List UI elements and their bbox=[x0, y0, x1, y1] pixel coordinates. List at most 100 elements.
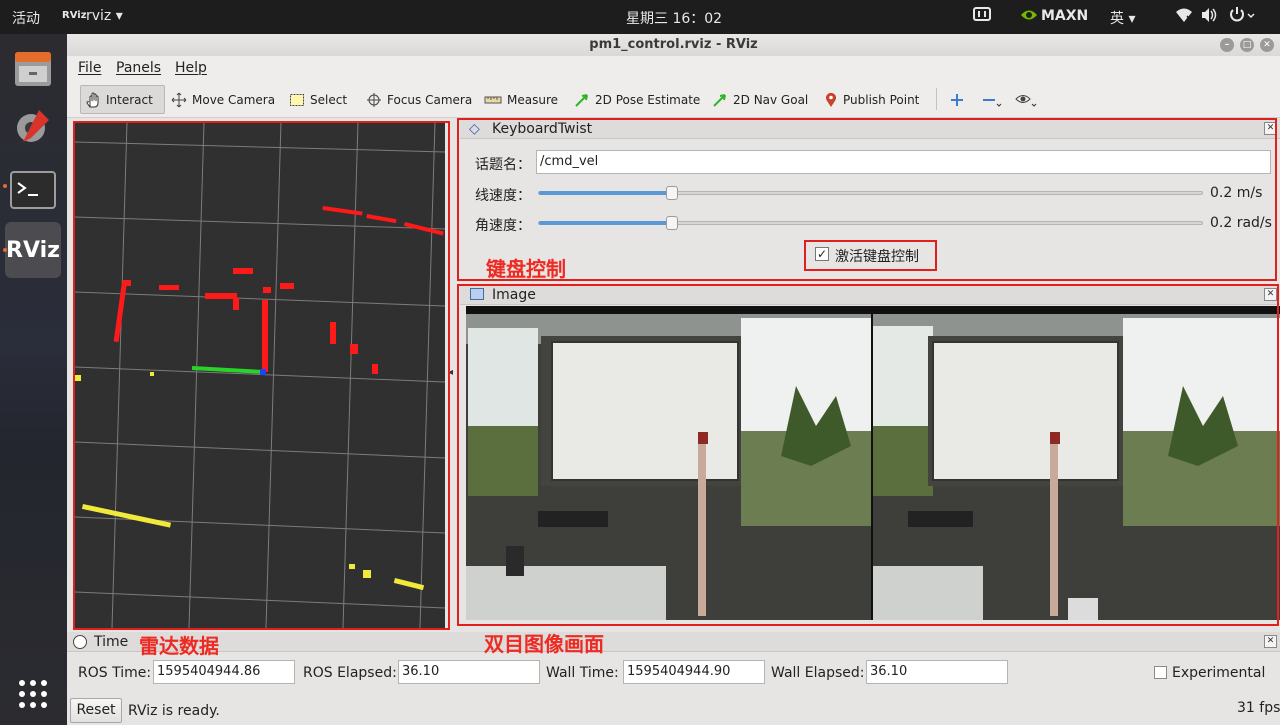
menu-file[interactable]: File bbox=[78, 60, 101, 76]
wall-elapsed-field[interactable]: 36.10 bbox=[866, 660, 1008, 684]
image-panel-close-icon[interactable]: ✕ bbox=[1264, 288, 1277, 301]
minus-icon[interactable] bbox=[978, 85, 1006, 114]
dock: RViz bbox=[0, 34, 67, 725]
linear-speed-knob[interactable] bbox=[665, 186, 678, 200]
input-method-menu[interactable]: 英 ▾ bbox=[1110, 8, 1135, 28]
power-icon[interactable] bbox=[1228, 6, 1258, 28]
lidar-point-cluster bbox=[81, 503, 172, 528]
title-bar: pm1_control.rviz - RViz – □ ✕ bbox=[67, 34, 1280, 56]
eye-icon[interactable] bbox=[1011, 85, 1041, 114]
grid-line bbox=[188, 121, 205, 629]
keyboard-annotation-label: 键盘控制 bbox=[486, 257, 566, 281]
tool-focus-camera[interactable]: Focus Camera bbox=[362, 85, 476, 114]
app-name: rviz bbox=[86, 8, 112, 24]
rviz-app-icon: RViz bbox=[62, 10, 87, 21]
image-panel: Image ✕ bbox=[460, 285, 1280, 629]
grid-line bbox=[342, 121, 359, 629]
activate-keyboard-label: 激活键盘控制 bbox=[835, 249, 919, 265]
ros-time-label: ROS Time: bbox=[78, 665, 152, 681]
menu-panels[interactable]: Panels bbox=[116, 60, 161, 76]
image-panel-header[interactable]: Image ✕ bbox=[460, 285, 1280, 305]
crosshair-icon bbox=[367, 92, 381, 107]
tool-label: Interact bbox=[106, 92, 153, 107]
clock[interactable]: 星期三 16：02 bbox=[626, 8, 722, 28]
maximize-button[interactable]: □ bbox=[1240, 38, 1254, 52]
angular-speed-slider[interactable] bbox=[538, 216, 1203, 230]
tool-2d-pose-estimate[interactable]: 2D Pose Estimate bbox=[570, 85, 704, 114]
keyboard-panel-close-icon[interactable]: ✕ bbox=[1264, 122, 1277, 135]
experimental-checkbox[interactable] bbox=[1154, 666, 1167, 679]
ros-time-field[interactable]: 1595404944.86 bbox=[153, 660, 295, 684]
topic-input[interactable]: /cmd_vel bbox=[536, 150, 1271, 174]
pole bbox=[698, 436, 706, 616]
tool-2d-nav-goal[interactable]: 2D Nav Goal bbox=[708, 85, 812, 114]
linear-speed-slider[interactable] bbox=[538, 186, 1203, 200]
close-button[interactable]: ✕ bbox=[1260, 38, 1274, 52]
device-box bbox=[908, 511, 973, 527]
app-menu[interactable]: rviz ▾ bbox=[86, 8, 123, 24]
splitter-handle[interactable]: ◂ bbox=[448, 367, 453, 378]
lidar-point-cluster bbox=[233, 268, 253, 274]
window-title: pm1_control.rviz - RViz bbox=[589, 37, 758, 52]
keyboard-twist-panel: ◇ KeyboardTwist ✕ 话题名： /cmd_vel 线速度： 0.2… bbox=[460, 119, 1280, 279]
power-mode-label[interactable]: MAXN bbox=[1041, 8, 1088, 24]
lidar-points-yellow bbox=[75, 372, 425, 591]
running-indicator bbox=[3, 248, 7, 252]
lidar-point-cluster bbox=[75, 375, 81, 381]
stereo-camera-image bbox=[466, 306, 1280, 620]
toolbar-separator bbox=[936, 88, 937, 110]
select-box-icon bbox=[290, 93, 304, 106]
time-panel-title: Time bbox=[94, 634, 129, 650]
keyboard-panel-title: KeyboardTwist bbox=[492, 121, 593, 137]
status-bar: Reset RViz is ready. 31 fps bbox=[67, 695, 1280, 725]
nvidia-icon[interactable] bbox=[1020, 8, 1038, 26]
trees-left bbox=[873, 426, 933, 496]
plus-icon[interactable] bbox=[946, 85, 968, 114]
grid-line bbox=[74, 516, 446, 534]
volume-icon[interactable] bbox=[1200, 7, 1218, 27]
tool-publish-point[interactable]: Publish Point bbox=[820, 85, 923, 114]
tool-interact[interactable]: Interact bbox=[80, 85, 165, 114]
time-panel-header[interactable]: Time ✕ bbox=[67, 632, 1280, 652]
grid-line bbox=[111, 121, 128, 629]
tool-select[interactable]: Select bbox=[285, 85, 351, 114]
topic-label: 话题名： bbox=[475, 157, 531, 173]
settings-icon[interactable] bbox=[5, 98, 61, 154]
lidar-annotation-label: 雷达数据 bbox=[139, 634, 219, 658]
wall-time-field[interactable]: 1595404944.90 bbox=[623, 660, 765, 684]
activities-button[interactable]: 活动 bbox=[12, 8, 40, 28]
lidar-scan-view[interactable] bbox=[74, 121, 446, 629]
keyboard-icon[interactable] bbox=[973, 6, 991, 26]
reset-button[interactable]: Reset bbox=[70, 698, 122, 723]
whiteboard bbox=[551, 341, 739, 481]
fps-counter: 31 fps bbox=[1237, 700, 1280, 716]
trees-left bbox=[468, 426, 538, 496]
table bbox=[873, 566, 983, 620]
lidar-viewport[interactable] bbox=[74, 121, 446, 629]
menu-help[interactable]: Help bbox=[175, 60, 207, 76]
file-manager-icon[interactable] bbox=[5, 40, 61, 96]
lidar-point-cluster bbox=[262, 300, 268, 372]
angular-speed-knob[interactable] bbox=[665, 216, 678, 230]
tool-move-camera[interactable]: Move Camera bbox=[167, 85, 279, 114]
ros-elapsed-label: ROS Elapsed: bbox=[303, 665, 397, 681]
network-icon[interactable] bbox=[1175, 7, 1193, 27]
keyboard-panel-header[interactable]: ◇ KeyboardTwist ✕ bbox=[460, 119, 1280, 139]
top-bar: 活动 RViz rviz ▾ 星期三 16：02 MAXN 英 ▾ bbox=[0, 0, 1280, 34]
angular-speed-label: 角速度： bbox=[475, 218, 531, 234]
lidar-point-cluster bbox=[363, 570, 371, 578]
rviz-icon[interactable]: RViz bbox=[5, 222, 61, 278]
terminal-icon[interactable] bbox=[5, 162, 61, 218]
lidar-point-cluster bbox=[330, 322, 336, 344]
grid-line bbox=[74, 591, 446, 609]
tool-measure[interactable]: Measure bbox=[480, 85, 562, 114]
time-panel-close-icon[interactable]: ✕ bbox=[1264, 635, 1277, 648]
ros-elapsed-field[interactable]: 36.10 bbox=[398, 660, 540, 684]
minimize-button[interactable]: – bbox=[1220, 38, 1234, 52]
whiteboard bbox=[932, 341, 1119, 481]
panel-diamond-icon: ◇ bbox=[469, 121, 480, 137]
lidar-point-cluster bbox=[123, 280, 131, 286]
lidar-point-cluster bbox=[280, 283, 294, 289]
activate-keyboard-checkbox[interactable]: ✓ bbox=[815, 247, 829, 261]
show-applications-icon[interactable] bbox=[5, 666, 61, 722]
